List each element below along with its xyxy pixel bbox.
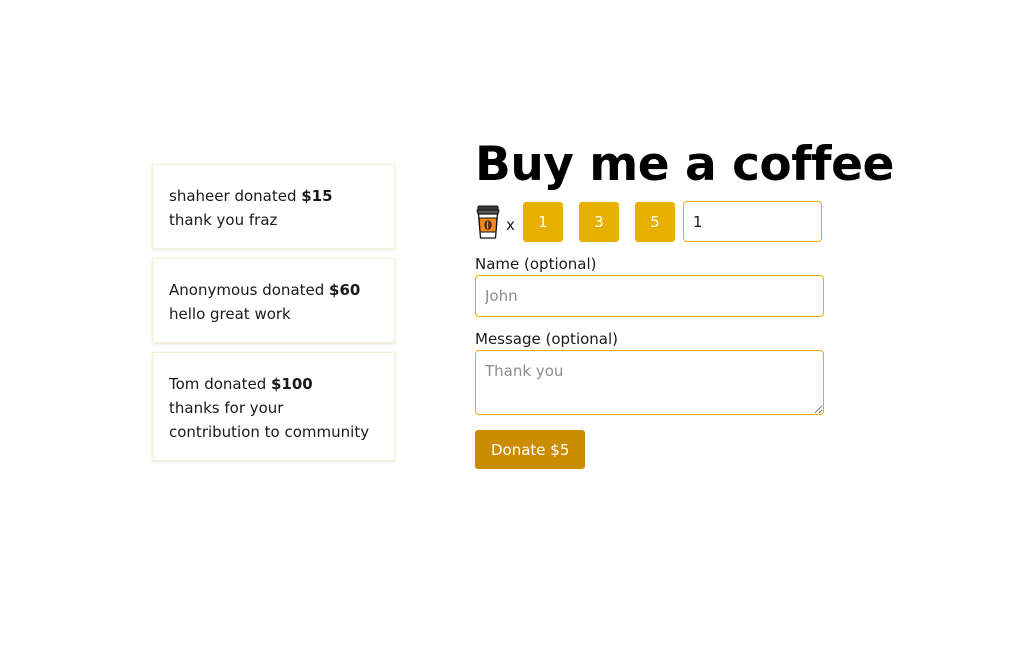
donation-card: Anonymous donated $60 hello great work <box>152 258 395 343</box>
donation-amount: $60 <box>329 281 361 299</box>
message-textarea[interactable] <box>475 350 824 415</box>
donation-verb: donated <box>262 281 325 299</box>
donation-message: hello great work <box>169 305 291 323</box>
times-symbol: x <box>506 215 515 234</box>
donation-amount: $100 <box>271 375 313 393</box>
donation-header: Tom donated $100 <box>169 372 378 396</box>
donations-list: shaheer donated $15 thank you fraz Anony… <box>152 164 395 470</box>
page: shaheer donated $15 thank you fraz Anony… <box>0 0 1020 654</box>
page-title: Buy me a coffee <box>475 137 894 192</box>
donor-name: shaheer <box>169 187 230 205</box>
donation-message: thank you fraz <box>169 211 278 229</box>
donation-card: Tom donated $100 thanks for your contrib… <box>152 352 395 461</box>
donate-panel: Buy me a coffee x 1 3 5 Name (optional) … <box>475 137 894 469</box>
donation-message: thanks for your contribution to communit… <box>169 399 370 441</box>
quantity-row: x 1 3 5 <box>475 201 824 242</box>
donation-header: shaheer donated $15 <box>169 184 378 208</box>
donation-verb: donated <box>234 187 297 205</box>
quantity-3-button[interactable]: 3 <box>578 201 619 242</box>
donation-card: shaheer donated $15 thank you fraz <box>152 164 395 249</box>
coffee-cup-icon <box>475 205 501 239</box>
donate-button[interactable]: Donate $5 <box>475 430 586 469</box>
quantity-1-button[interactable]: 1 <box>522 201 563 242</box>
message-label: Message (optional) <box>475 330 619 348</box>
name-label: Name (optional) <box>475 255 597 273</box>
donation-header: Anonymous donated $60 <box>169 278 378 302</box>
quantity-5-button[interactable]: 5 <box>634 201 675 242</box>
donor-name: Anonymous <box>169 281 258 299</box>
quantity-input[interactable] <box>682 201 822 242</box>
donor-name: Tom <box>169 375 200 393</box>
name-input[interactable] <box>475 275 824 317</box>
donation-verb: donated <box>204 375 267 393</box>
donation-amount: $15 <box>301 187 333 205</box>
